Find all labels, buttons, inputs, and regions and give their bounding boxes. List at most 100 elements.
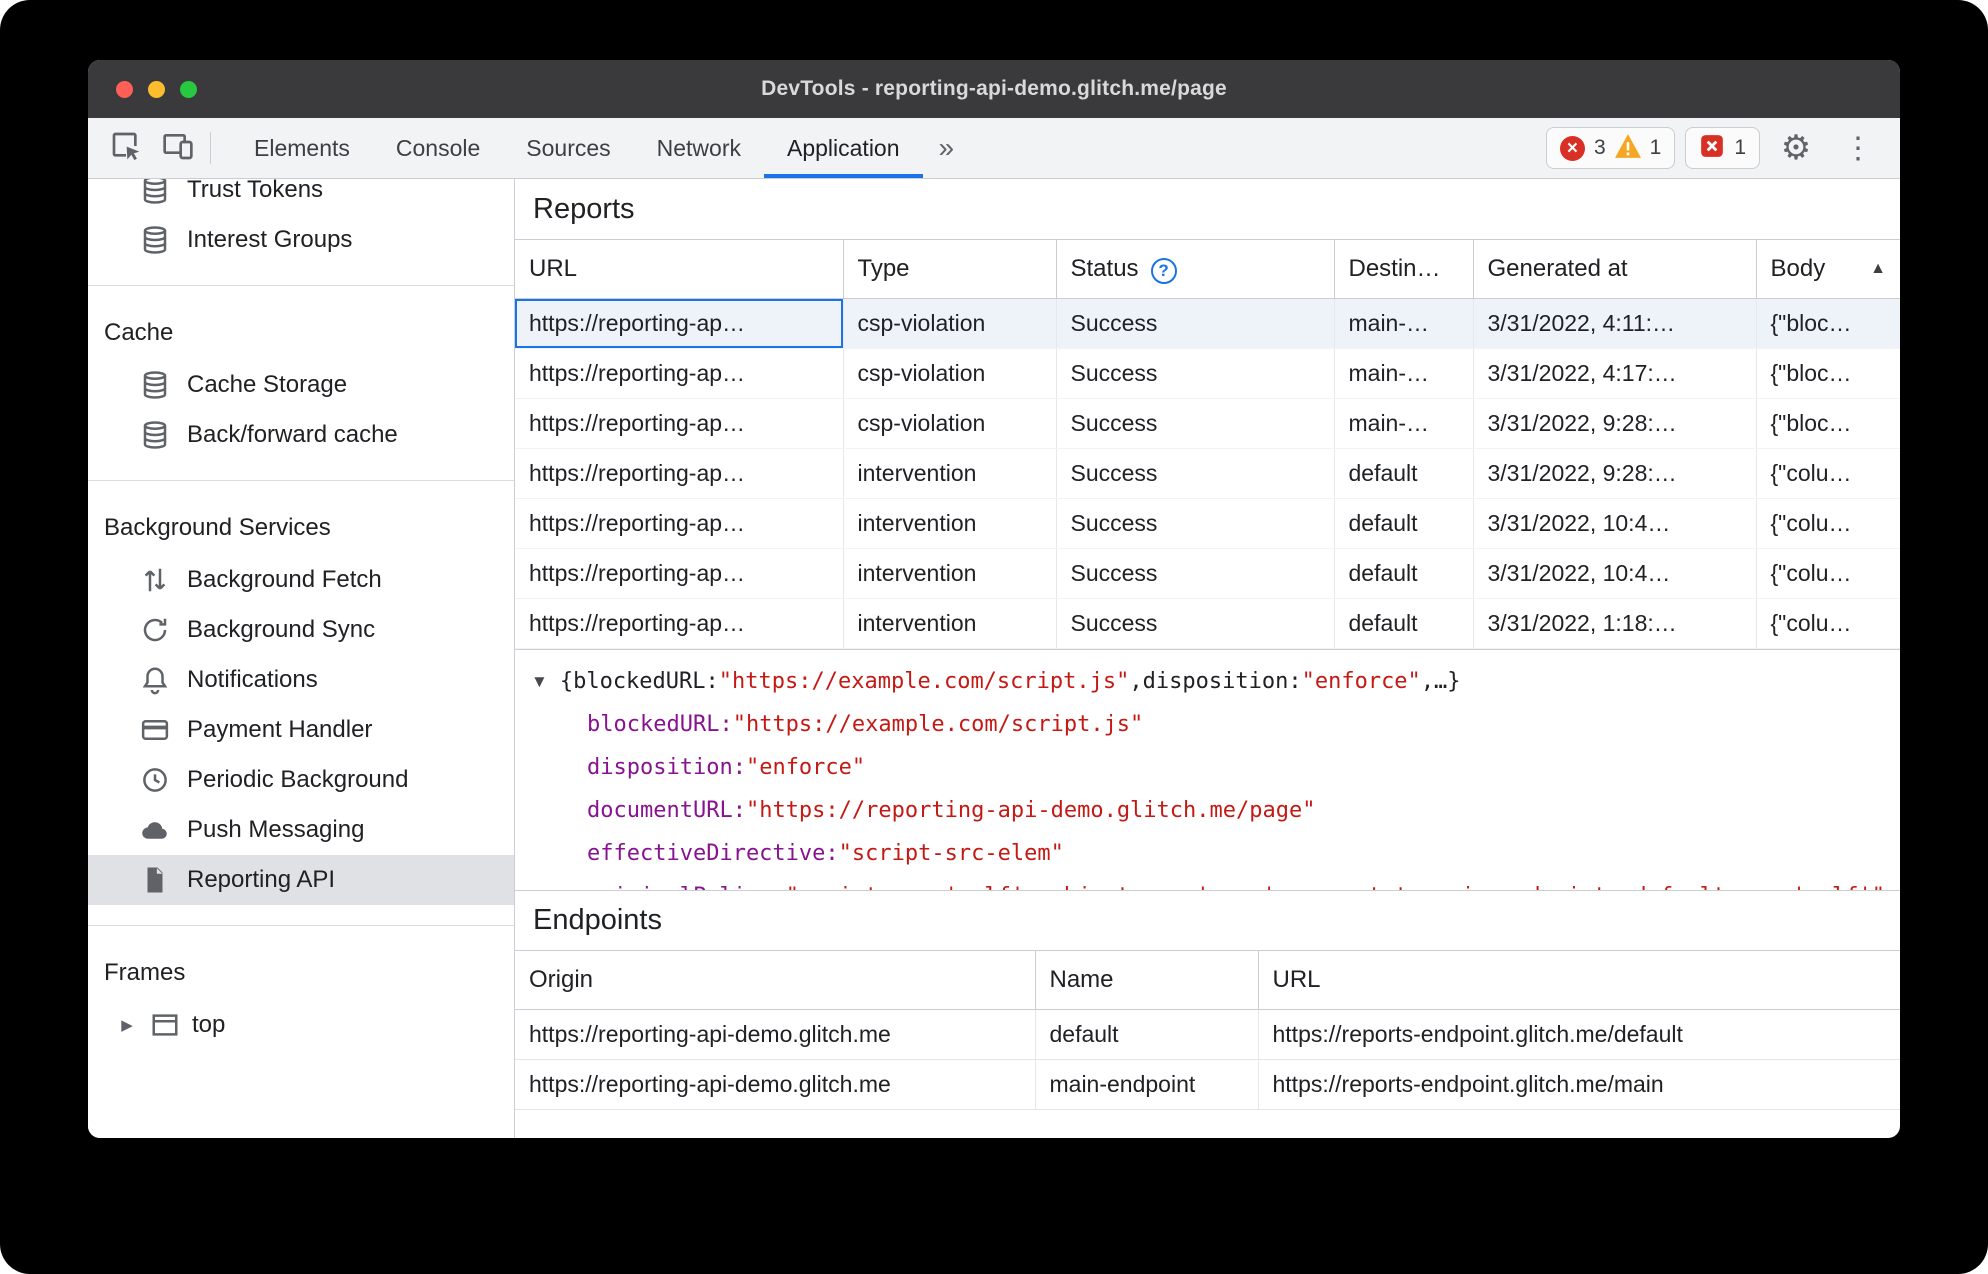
json-value: "https://reporting-api-demo.glitch.me/pa… [745, 798, 1316, 823]
sidebar-item-reporting-api[interactable]: Reporting API [88, 855, 514, 905]
endpoint-url-cell[interactable]: https://reports-endpoint.glitch.me/main [1258, 1059, 1900, 1110]
inspect-element-button[interactable] [100, 118, 152, 178]
report-generated-cell[interactable]: 3/31/2022, 4:11:… [1473, 298, 1757, 349]
report-generated-cell[interactable]: 3/31/2022, 1:18:… [1473, 598, 1757, 649]
sidebar-item-push-messaging[interactable]: Push Messaging [88, 805, 514, 855]
report-destination-cell[interactable]: main-… [1334, 398, 1474, 449]
column-header-generated-at[interactable]: Generated at [1473, 239, 1757, 299]
sidebar-item-label: Notifications [187, 666, 318, 693]
report-type-cell[interactable]: intervention [843, 548, 1057, 599]
report-destination-cell[interactable]: default [1334, 498, 1474, 549]
report-type-cell[interactable]: csp-violation [843, 398, 1057, 449]
report-type-cell[interactable]: csp-violation [843, 348, 1057, 399]
report-body-cell[interactable]: {"bloc… [1756, 398, 1900, 449]
endpoint-url-cell[interactable]: https://reports-endpoint.glitch.me/defau… [1258, 1009, 1900, 1060]
report-destination-cell[interactable]: default [1334, 448, 1474, 499]
report-url-cell[interactable]: https://reporting-ap… [515, 498, 844, 549]
sidebar-item-cache-storage[interactable]: Cache Storage [88, 360, 514, 410]
column-header-type[interactable]: Type [843, 239, 1057, 299]
devtools-toolbar: Elements Console Sources Network Applica… [88, 118, 1900, 179]
report-destination-cell[interactable]: main-… [1334, 348, 1474, 399]
window-title: DevTools - reporting-api-demo.glitch.me/… [761, 77, 1227, 100]
customize-devtools-button[interactable]: ⋮ [1832, 131, 1884, 166]
report-url-cell[interactable]: https://reporting-ap… [515, 598, 844, 649]
json-property-row: documentURL: "https://reporting-api-demo… [531, 789, 1900, 832]
report-body-cell[interactable]: {"colu… [1756, 498, 1900, 549]
report-generated-cell[interactable]: 3/31/2022, 10:4… [1473, 498, 1757, 549]
report-url-cell[interactable]: https://reporting-ap… [515, 548, 844, 599]
report-body-cell[interactable]: {"colu… [1756, 548, 1900, 599]
tab-console[interactable]: Console [373, 118, 503, 178]
sidebar-item-back-forward-cache[interactable]: Back/forward cache [88, 410, 514, 460]
toolbar-right-controls: × 3 1 1 ⚙ ⋮ [1545, 118, 1900, 178]
column-header-status[interactable]: Status? [1056, 239, 1335, 299]
error-count: 3 [1593, 136, 1606, 159]
endpoint-name-cell[interactable]: main-endpoint [1035, 1059, 1259, 1110]
report-type-cell[interactable]: intervention [843, 598, 1057, 649]
sidebar-item-notifications[interactable]: Notifications [88, 655, 514, 705]
report-type-cell[interactable]: intervention [843, 498, 1057, 549]
report-body-cell[interactable]: {"bloc… [1756, 348, 1900, 399]
application-panel: Trust Tokens Interest Groups Cache Cache… [88, 179, 1900, 1138]
sidebar-item-payment-handler[interactable]: Payment Handler [88, 705, 514, 755]
report-url-cell[interactable]: https://reporting-ap… [515, 348, 844, 399]
column-header-name[interactable]: Name [1035, 950, 1259, 1010]
column-header-endpoint-url[interactable]: URL [1258, 950, 1900, 1010]
report-status-cell[interactable]: Success [1056, 448, 1335, 499]
devtools-window: DevTools - reporting-api-demo.glitch.me/… [88, 60, 1900, 1138]
zoom-window-button[interactable] [180, 80, 197, 98]
json-key: blockedURL: [587, 712, 733, 737]
report-url-cell[interactable]: https://reporting-ap… [515, 448, 844, 499]
settings-button[interactable]: ⚙ [1770, 128, 1822, 168]
toolbar-separator [210, 132, 211, 164]
report-url-cell[interactable]: https://reporting-ap… [515, 298, 844, 349]
report-body-cell[interactable]: {"colu… [1756, 598, 1900, 649]
report-status-cell[interactable]: Success [1056, 598, 1335, 649]
twisty-expanded-icon[interactable]: ▼ [531, 672, 548, 692]
more-tabs-button[interactable]: » [923, 118, 971, 178]
report-status-cell[interactable]: Success [1056, 498, 1335, 549]
tab-sources[interactable]: Sources [503, 118, 633, 178]
sidebar-item-periodic-background-sync[interactable]: Periodic Background [88, 755, 514, 805]
endpoint-row: https://reporting-api-demo.glitch.me mai… [515, 1059, 1900, 1110]
sidebar-item-background-sync[interactable]: Background Sync [88, 605, 514, 655]
status-help-icon[interactable]: ? [1150, 257, 1177, 284]
report-type-cell[interactable]: csp-violation [843, 298, 1057, 349]
report-generated-cell[interactable]: 3/31/2022, 9:28:… [1473, 448, 1757, 499]
tab-elements[interactable]: Elements [231, 118, 373, 178]
report-destination-cell[interactable]: default [1334, 548, 1474, 599]
report-generated-cell[interactable]: 3/31/2022, 10:4… [1473, 548, 1757, 599]
sidebar-item-trust-tokens[interactable]: Trust Tokens [88, 179, 514, 215]
report-destination-cell[interactable]: default [1334, 598, 1474, 649]
sidebar-item-top-frame[interactable]: ▶ top [88, 1000, 514, 1050]
column-header-url[interactable]: URL [515, 239, 844, 299]
report-type-cell[interactable]: intervention [843, 448, 1057, 499]
clock-icon [140, 765, 170, 795]
endpoint-origin-cell[interactable]: https://reporting-api-demo.glitch.me [515, 1009, 1036, 1060]
tab-application[interactable]: Application [764, 118, 923, 178]
report-status-cell[interactable]: Success [1056, 398, 1335, 449]
report-generated-cell[interactable]: 3/31/2022, 9:28:… [1473, 398, 1757, 449]
toggle-device-toolbar-button[interactable] [152, 118, 204, 178]
chevron-right-icon[interactable]: ▶ [116, 1016, 138, 1034]
report-status-cell[interactable]: Success [1056, 548, 1335, 599]
report-url-cell[interactable]: https://reporting-ap… [515, 398, 844, 449]
issues-badge[interactable]: 1 [1685, 127, 1760, 169]
report-status-cell[interactable]: Success [1056, 348, 1335, 399]
column-header-body[interactable]: Body ▲ [1756, 239, 1900, 299]
column-header-destination[interactable]: Destin… [1334, 239, 1474, 299]
report-destination-cell[interactable]: main-… [1334, 298, 1474, 349]
endpoint-origin-cell[interactable]: https://reporting-api-demo.glitch.me [515, 1059, 1036, 1110]
report-generated-cell[interactable]: 3/31/2022, 4:17:… [1473, 348, 1757, 399]
report-body-cell[interactable]: {"colu… [1756, 448, 1900, 499]
sidebar-item-interest-groups[interactable]: Interest Groups [88, 215, 514, 265]
column-header-origin[interactable]: Origin [515, 950, 1036, 1010]
minimize-window-button[interactable] [148, 80, 165, 98]
console-status-badge[interactable]: × 3 1 [1545, 127, 1676, 169]
report-status-cell[interactable]: Success [1056, 298, 1335, 349]
sidebar-item-background-fetch[interactable]: Background Fetch [88, 555, 514, 605]
report-body-cell[interactable]: {"bloc… [1756, 298, 1900, 349]
close-window-button[interactable] [116, 80, 133, 98]
endpoint-name-cell[interactable]: default [1035, 1009, 1259, 1060]
tab-network[interactable]: Network [634, 118, 764, 178]
